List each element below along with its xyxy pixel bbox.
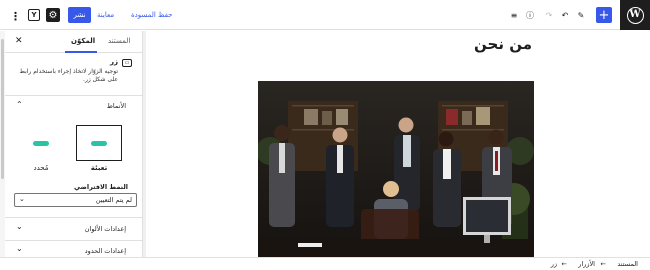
add-block-button[interactable]: + (596, 7, 612, 23)
tab-document[interactable]: المستند (108, 37, 130, 45)
styles-panel-title[interactable]: الأنماط (107, 102, 126, 110)
wordpress-icon: W (626, 6, 644, 24)
yoast-icon: Y (31, 11, 37, 19)
style-option-outline-label: مُحدد (33, 164, 49, 172)
style-option-outline[interactable] (18, 125, 64, 161)
settings-button[interactable]: ⚙ (46, 8, 60, 22)
fill-style-preview (91, 140, 107, 146)
breadcrumb-item-button[interactable]: زر (551, 260, 557, 268)
gear-icon: ⚙ (48, 9, 58, 21)
border-panel-title[interactable]: إعدادات الحدود (85, 247, 126, 255)
default-style-value: لم يتم التعيين (95, 196, 132, 204)
tab-block[interactable]: المكوّن (71, 37, 95, 45)
breadcrumb-separator: ← (600, 260, 606, 268)
sidebar-scrollbar[interactable] (0, 31, 5, 257)
breadcrumb-item-buttons[interactable]: الأزرار (578, 260, 595, 268)
preview-button[interactable]: معاينة (97, 10, 114, 20)
sidebar-resize-separator[interactable] (143, 31, 146, 257)
block-card: ▭ زر توجيه الزوّار لاتخاذ إجراء باستخدام… (8, 57, 134, 91)
tools-button[interactable]: ✎ (574, 7, 588, 23)
active-tab-indicator (65, 51, 97, 53)
more-vertical-icon: ⋮ (10, 9, 21, 23)
editor-canvas[interactable]: من نحن (146, 31, 650, 257)
style-option-fill-label: تعبئة (90, 164, 108, 172)
redo-icon: ↷ (545, 10, 553, 20)
button-block-glyph: ▭ (124, 60, 130, 66)
block-breadcrumb: المستند ← الأزرار ← زر (0, 257, 650, 270)
redo-button[interactable]: ↷ (542, 7, 556, 23)
chevron-down-icon: ⌄ (19, 195, 25, 203)
top-toolbar: W + ✎ ↶ ↷ ⓘ ≡ حفظ المسودة معاينة نشر ⚙ Y… (0, 0, 650, 30)
sidebar-tabs: ✕ المكوّن المستند (5, 31, 142, 53)
chevron-up-icon[interactable]: ⌃ (16, 100, 23, 109)
outline-style-preview (33, 140, 49, 146)
color-panel-title[interactable]: إعدادات الألوان (85, 225, 126, 233)
settings-sidebar: ✕ المكوّن المستند ▭ زر توجيه الزوّار لات… (0, 31, 143, 257)
block-name: زر (109, 58, 118, 66)
publish-button[interactable]: نشر (68, 7, 91, 23)
breadcrumb-item-document[interactable]: المستند (617, 260, 638, 268)
wordpress-logo-glyph: W (629, 9, 641, 20)
breadcrumb-separator: ← (561, 260, 567, 268)
team-photo-illustration (258, 81, 534, 257)
list-view-button[interactable]: ≡ (507, 7, 521, 23)
close-sidebar-button[interactable]: ✕ (15, 36, 23, 46)
options-menu-button[interactable]: ⋮ (10, 8, 21, 24)
default-style-label: النمط الافتراضي (73, 183, 128, 191)
panel-divider (5, 217, 142, 218)
details-button[interactable]: ⓘ (523, 7, 537, 23)
plus-icon: + (598, 7, 610, 23)
sidebar-scrollbar-thumb[interactable] (1, 39, 4, 179)
default-style-select[interactable]: لم يتم التعيين ⌄ (14, 193, 137, 207)
close-icon: ✕ (15, 36, 23, 46)
undo-icon: ↶ (561, 10, 569, 20)
save-draft-button[interactable]: حفظ المسودة (131, 10, 173, 20)
pencil-icon: ✎ (577, 10, 585, 20)
yoast-seo-button[interactable]: Y (28, 9, 40, 21)
chevron-down-icon[interactable]: ⌄ (16, 222, 23, 231)
panel-divider (5, 240, 142, 241)
panel-divider (5, 95, 142, 96)
info-icon: ⓘ (526, 10, 534, 20)
block-description: توجيه الزوّار لاتخاذ إجراء باستخدام رابط… (19, 68, 118, 83)
page-title[interactable]: من نحن (474, 35, 532, 53)
list-view-icon: ≡ (510, 10, 518, 20)
wordpress-logo-button[interactable]: W (620, 0, 650, 30)
style-option-fill[interactable] (76, 125, 122, 161)
button-block-icon: ▭ (122, 59, 132, 67)
team-photo-image[interactable] (258, 81, 534, 257)
undo-button[interactable]: ↶ (558, 7, 572, 23)
chevron-down-icon[interactable]: ⌄ (16, 244, 23, 253)
